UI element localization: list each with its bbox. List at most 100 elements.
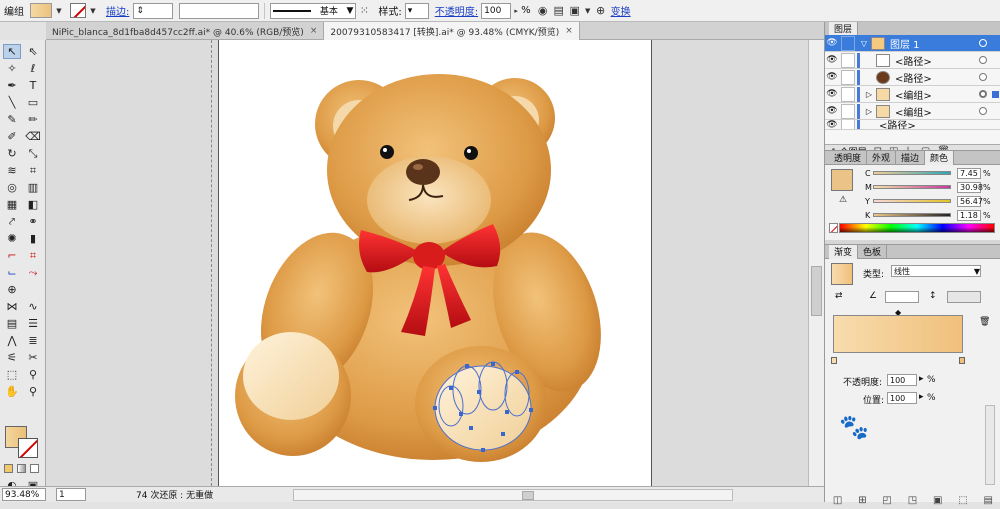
tab-transparency[interactable]: 透明度	[829, 150, 868, 165]
lock-toggle[interactable]	[841, 103, 855, 119]
tab-document-1[interactable]: NiPic_blanca_8d1fba8d457cc2ff.ai* @ 40.6…	[46, 22, 325, 40]
align-icon[interactable]: ▤	[551, 3, 567, 19]
layer-row[interactable]: 👁 <路径>	[825, 52, 1000, 69]
stop-opacity-input[interactable]: 100	[887, 374, 917, 386]
panel-icon[interactable]: ▤	[984, 495, 993, 509]
stroke-weight-field[interactable]: ⇕	[133, 2, 174, 19]
recolor-icon[interactable]: ◉	[535, 3, 551, 19]
crop-tool-icon[interactable]: ⬚	[3, 367, 21, 382]
line-tool-icon[interactable]: ╲	[3, 95, 21, 110]
yellow-value[interactable]: 56.47	[957, 195, 983, 207]
chevron-down-icon[interactable]: ▼	[88, 3, 98, 18]
color-spectrum[interactable]	[839, 223, 995, 233]
pen-tool-icon[interactable]: ✒	[3, 78, 21, 93]
gradient-preview[interactable]	[831, 263, 853, 285]
gradient-slider[interactable]	[833, 315, 963, 353]
chevron-right-icon[interactable]: ▸	[511, 3, 521, 18]
shape-builder-tool-icon[interactable]: ◎	[3, 180, 21, 195]
tab-gradient[interactable]: 渐变	[829, 244, 859, 259]
eye-icon[interactable]: 👁	[825, 72, 839, 82]
eye-icon[interactable]: 👁	[825, 55, 839, 65]
wave-tool-icon[interactable]: ∿	[24, 299, 42, 314]
artboard-tool-icon[interactable]: ⌐	[3, 248, 21, 263]
reverse-gradient-icon[interactable]: ⇄	[835, 291, 843, 301]
target-icon[interactable]	[979, 39, 987, 47]
gradient-stop-left[interactable]	[831, 357, 837, 364]
width-tool-icon[interactable]: ⋈	[3, 299, 21, 314]
transform-link[interactable]: 变换	[611, 3, 631, 18]
panel-icon[interactable]: ⊞	[858, 495, 866, 509]
target-icon[interactable]	[979, 56, 987, 64]
panel-icon[interactable]: ◰	[882, 495, 891, 509]
scroll-thumb[interactable]	[811, 266, 822, 316]
magenta-slider[interactable]: M 30.98%	[865, 181, 991, 193]
eyedropper-tool-icon[interactable]: ⤤	[3, 214, 21, 229]
gradient-mode-icon[interactable]	[17, 464, 26, 473]
stroke-link[interactable]: 描边:	[106, 3, 129, 18]
graph-tool-icon[interactable]: ▤	[3, 316, 21, 331]
tab-stroke[interactable]: 描边	[896, 150, 926, 165]
lock-toggle[interactable]	[841, 86, 855, 102]
none-mode-icon[interactable]	[30, 464, 39, 473]
layer-row[interactable]: 👁 <路径>	[825, 120, 1000, 130]
opacity-link[interactable]: 不透明度:	[435, 3, 478, 18]
pin-tool-icon[interactable]: ⚲	[24, 367, 42, 382]
chevron-right-icon[interactable]: ▸	[919, 392, 924, 402]
stroke-style-dropdown[interactable]: 基本 ▼	[270, 2, 357, 19]
panel-scrollbar[interactable]	[985, 405, 995, 485]
pencil-tool-icon[interactable]: ✏	[24, 112, 42, 127]
lock-toggle[interactable]	[841, 52, 855, 68]
close-icon[interactable]: ×	[310, 26, 318, 36]
eraser-tool-icon[interactable]: ⌫	[24, 129, 42, 144]
eye-icon[interactable]: 👁	[825, 38, 839, 48]
zoom-field[interactable]: 93.48%	[2, 488, 46, 501]
panel-icon[interactable]: ◫	[833, 495, 842, 509]
panel-icon[interactable]: ▣	[933, 495, 942, 509]
tab-swatches[interactable]: 色板	[858, 244, 888, 259]
scroll-thumb[interactable]	[522, 490, 535, 500]
stroke-color-swatch[interactable]	[18, 438, 38, 458]
fill-swatch[interactable]	[30, 3, 52, 18]
cyan-slider[interactable]: C 7.45%	[865, 167, 991, 179]
blend-tool-icon[interactable]: ⚭	[24, 214, 42, 229]
panel-icon[interactable]: ◳	[908, 495, 917, 509]
lock-toggle[interactable]	[841, 120, 855, 129]
eye-icon[interactable]: 👁	[825, 89, 839, 99]
knife-tool-icon[interactable]: ⚟	[3, 350, 21, 365]
black-value[interactable]: 1.18	[957, 209, 981, 221]
black-slider[interactable]: K 1.18%	[865, 209, 991, 221]
layer-row[interactable]: 👁 <路径>	[825, 69, 1000, 86]
type-tool-icon[interactable]: T	[24, 78, 42, 93]
page-field[interactable]: 1	[56, 488, 86, 501]
gradient-type-select[interactable]: 线性 ▼	[891, 265, 981, 277]
target-icon[interactable]	[979, 73, 987, 81]
lock-toggle[interactable]	[841, 35, 855, 51]
zoom-tool-icon[interactable]: ⚲	[24, 384, 42, 399]
stroke-swatch[interactable]	[70, 3, 86, 18]
list-tool-icon[interactable]: ≣	[24, 333, 42, 348]
canvas-area[interactable]	[46, 40, 808, 486]
tab-layers[interactable]: 图层	[829, 21, 859, 36]
tab-appearance[interactable]: 外观	[867, 150, 897, 165]
isolate-icon[interactable]: ▣	[567, 3, 583, 19]
mesh-tool-icon[interactable]: ▦	[3, 197, 21, 212]
out-of-gamut-icon[interactable]: ⚠	[839, 195, 847, 205]
paintbrush-tool-icon[interactable]: ✎	[3, 112, 21, 127]
perspective-grid-tool-icon[interactable]: ▥	[24, 180, 42, 195]
hand-tool-icon[interactable]: ✋	[3, 384, 21, 399]
free-transform-tool-icon[interactable]: ⌗	[24, 163, 42, 178]
vertical-scrollbar[interactable]	[808, 40, 824, 486]
cyan-value[interactable]: 7.45	[957, 167, 981, 179]
yellow-slider[interactable]: Y 56.47%	[865, 195, 991, 207]
artboard[interactable]	[211, 40, 653, 486]
none-color-icon[interactable]	[829, 223, 838, 233]
lasso-tool-icon[interactable]: ℓ	[24, 61, 42, 76]
expand-icon[interactable]: ▷	[864, 90, 874, 99]
anchor-tool-icon[interactable]: ⌙	[3, 265, 21, 280]
teddy-bear-artwork[interactable]	[219, 40, 653, 486]
symbol-sprayer-tool-icon[interactable]: ✺	[3, 231, 21, 246]
delete-stop-icon[interactable]: 🗑	[979, 317, 990, 327]
graphic-style-dropdown[interactable]: ▾	[404, 2, 429, 19]
panel-icon[interactable]: ⬚	[958, 495, 967, 509]
rotate-tool-icon[interactable]: ↻	[3, 146, 21, 161]
